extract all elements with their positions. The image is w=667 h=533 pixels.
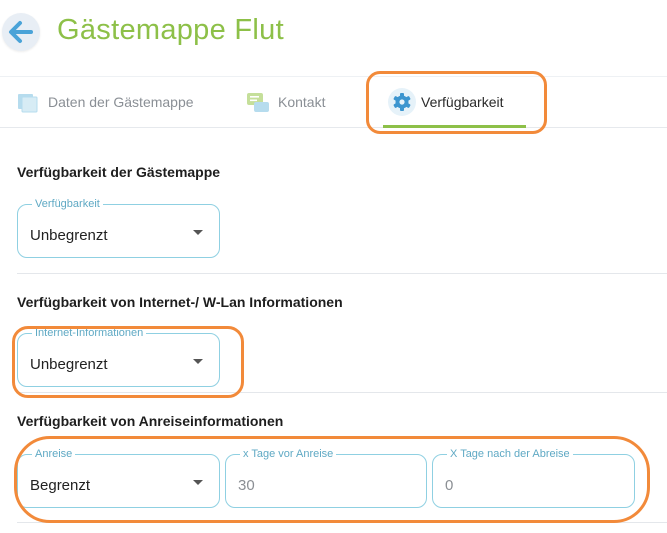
field-label: Verfügbarkeit [32, 198, 103, 211]
section-title-guestbook: Verfügbarkeit der Gästemappe [17, 164, 221, 180]
document-icon [18, 94, 38, 113]
active-tab-indicator [383, 125, 526, 128]
section-divider [17, 392, 667, 393]
internet-info-select[interactable]: Internet-Informationen Unbegrenzt [17, 327, 220, 387]
dropdown-arrow-icon [193, 480, 203, 485]
tab-label: Kontakt [278, 94, 326, 110]
days-after-departure-input[interactable]: X Tage nach der Abreise 0 [432, 448, 635, 508]
tab-label: Verfügbarkeit [421, 94, 504, 110]
field-label: X Tage nach der Abreise [447, 448, 573, 461]
field-label: Internet-Informationen [32, 327, 147, 340]
field-value: Unbegrenzt [30, 227, 108, 244]
tab-guestbook-data[interactable]: Daten der Gästemappe [14, 77, 204, 127]
section-title-arrival: Verfügbarkeit von Anreiseinformationen [17, 413, 284, 429]
availability-select[interactable]: Verfügbarkeit Unbegrenzt [17, 198, 220, 258]
page-title: Gästemappe Flut [57, 14, 284, 46]
tab-label: Daten der Gästemappe [48, 94, 194, 110]
tab-availability[interactable]: Verfügbarkeit [383, 77, 526, 128]
field-value: 0 [445, 477, 454, 494]
arrow-left-icon [9, 21, 33, 43]
gear-icon [388, 88, 416, 116]
field-value: 30 [238, 477, 255, 494]
field-label: x Tage vor Anreise [240, 448, 337, 461]
tab-bar: Daten der Gästemappe Kontakt Verfügbarke… [0, 76, 667, 128]
back-button[interactable] [2, 13, 40, 51]
header: Gästemappe Flut [0, 0, 667, 68]
chat-icon [247, 93, 269, 112]
tab-contact[interactable]: Kontakt [243, 77, 343, 127]
section-title-internet: Verfügbarkeit von Internet-/ W-Lan Infor… [17, 294, 343, 310]
section-divider [17, 273, 667, 274]
dropdown-arrow-icon [193, 230, 203, 235]
arrival-select[interactable]: Anreise Begrenzt [17, 448, 220, 508]
field-label: Anreise [32, 448, 76, 461]
section-divider [17, 522, 667, 523]
field-value: Begrenzt [30, 477, 91, 494]
dropdown-arrow-icon [193, 359, 203, 364]
days-before-arrival-input[interactable]: x Tage vor Anreise 30 [225, 448, 427, 508]
field-value: Unbegrenzt [30, 356, 108, 373]
